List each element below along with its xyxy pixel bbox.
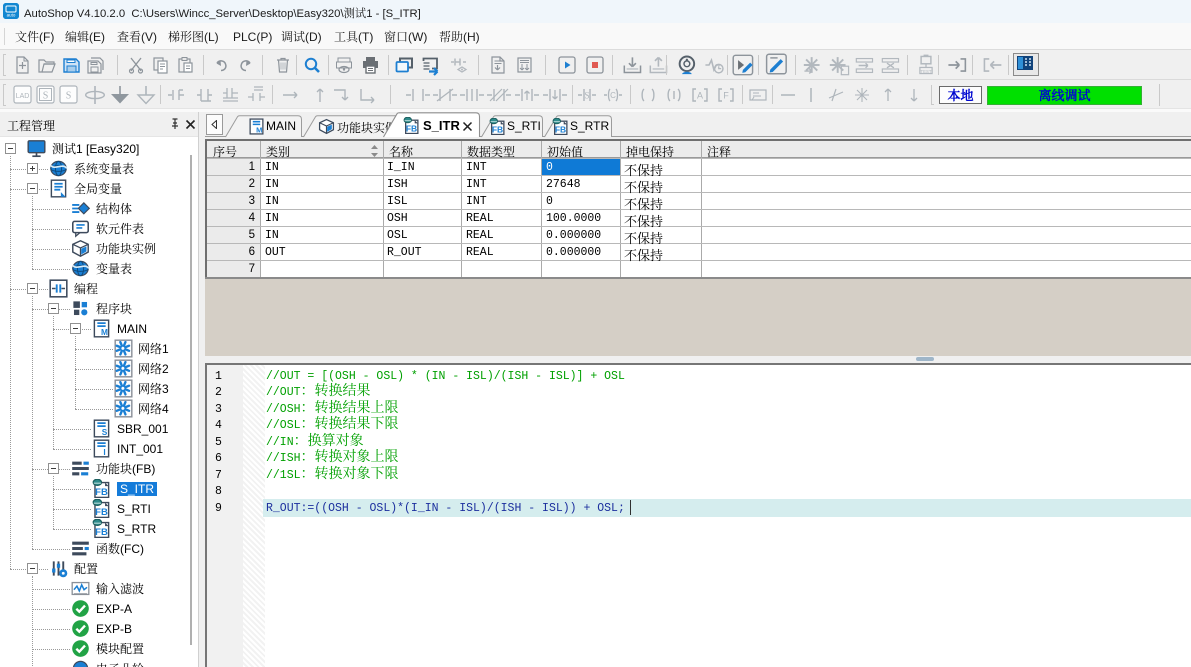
svg-text:FB: FB bbox=[95, 487, 108, 498]
svg-text:FB: FB bbox=[555, 124, 566, 134]
svg-text:auto: auto bbox=[7, 13, 16, 18]
svg-text:C: C bbox=[610, 91, 616, 100]
svg-text:LAD: LAD bbox=[16, 93, 30, 100]
svg-text:S: S bbox=[102, 427, 108, 437]
svg-text:TEST: TEST bbox=[921, 69, 932, 74]
svg-text:FB: FB bbox=[95, 507, 108, 518]
svg-text:S: S bbox=[66, 91, 72, 102]
svg-text:S: S bbox=[584, 91, 589, 101]
svg-text:FB: FB bbox=[95, 527, 108, 538]
svg-text:M: M bbox=[256, 125, 262, 134]
svg-text:M: M bbox=[101, 327, 108, 337]
svg-text:I: I bbox=[103, 447, 105, 457]
svg-text:FB: FB bbox=[492, 124, 503, 134]
svg-text:F: F bbox=[723, 91, 729, 101]
svg-text:FB: FB bbox=[406, 123, 417, 133]
svg-text:S: S bbox=[43, 91, 49, 102]
svg-text:A: A bbox=[697, 91, 703, 101]
